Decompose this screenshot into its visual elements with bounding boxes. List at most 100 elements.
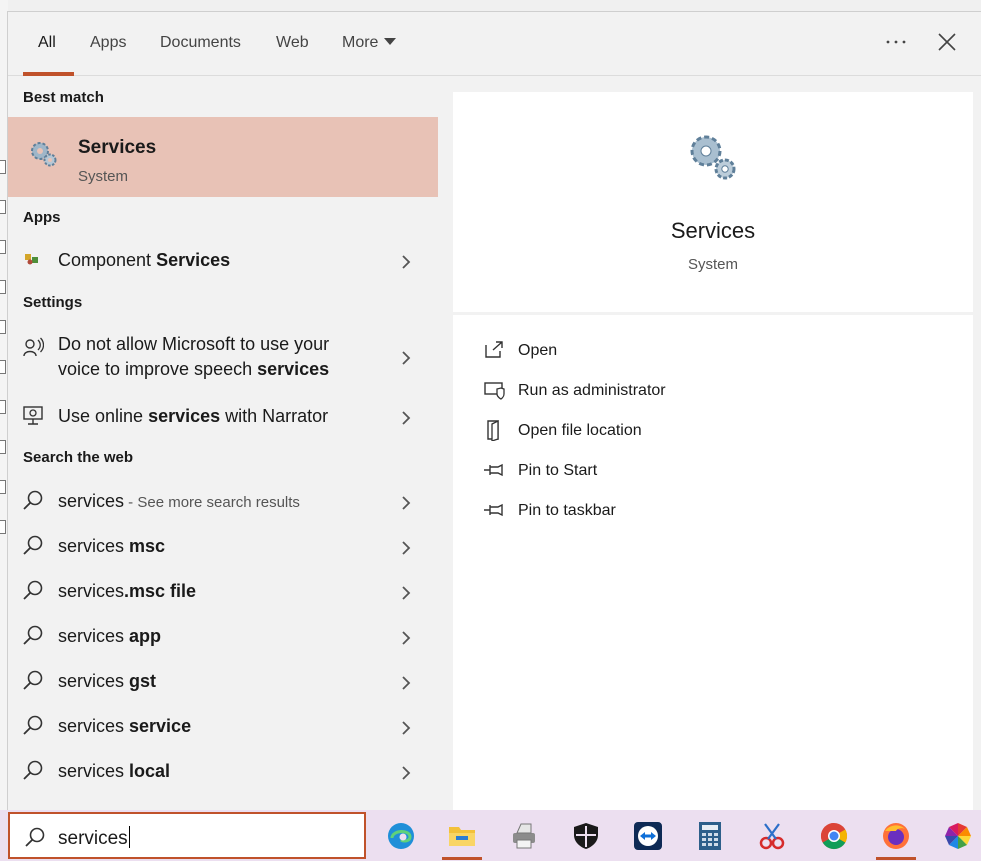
search-input-value: services [58, 826, 130, 850]
search-icon [23, 670, 43, 690]
web-result-label: services local [58, 759, 170, 784]
web-result-label: services msc [58, 534, 165, 559]
action-label: Pin to Start [518, 462, 598, 479]
open-icon [485, 341, 503, 358]
web-prefix: services [58, 626, 130, 646]
web-result-6[interactable]: services local [8, 755, 438, 787]
narrator-suffix: with Narrator [220, 406, 329, 426]
narrator-result-label: Use online services with Narrator [58, 404, 328, 429]
services-gear-icon [690, 135, 736, 180]
edge-icon [388, 823, 414, 849]
background-checkbox [0, 200, 6, 214]
taskbar-edge[interactable] [377, 812, 425, 860]
action-label: Pin to taskbar [518, 502, 616, 519]
tab-all[interactable]: All [38, 34, 56, 74]
search-text: services [58, 828, 128, 849]
background-checkbox [0, 480, 6, 494]
web-result-5[interactable]: services service [8, 710, 438, 742]
web-result-label: services - See more search results [58, 489, 300, 515]
taskbar-chrome[interactable] [810, 812, 858, 860]
chevron-right-icon [402, 411, 411, 425]
taskbar-security[interactable] [562, 812, 610, 860]
services-gear-icon [31, 142, 57, 167]
taskbar-printer[interactable] [500, 812, 548, 860]
action-list: Open Run as administrator Open file loca… [453, 315, 973, 811]
security-icon [574, 823, 598, 849]
taskbar-calculator[interactable] [686, 812, 734, 860]
active-tab-indicator [23, 72, 74, 76]
more-options-button[interactable] [881, 32, 911, 56]
chrome-icon [820, 822, 848, 850]
pin-icon [484, 503, 503, 517]
action-pin-to-taskbar[interactable]: Pin to taskbar [483, 499, 783, 527]
shield-icon [484, 382, 505, 400]
folder-icon [487, 419, 499, 441]
search-icon [23, 580, 43, 600]
chevron-right-icon [402, 586, 411, 600]
app-result-prefix: Component [58, 250, 157, 270]
action-run-as-admin[interactable]: Run as administrator [483, 379, 783, 407]
ellipsis-icon [886, 40, 906, 44]
web-bold: .msc file [124, 581, 197, 601]
web-prefix: services [58, 491, 125, 511]
section-best-match: Best match [23, 89, 104, 106]
web-result-1[interactable]: services msc [8, 530, 438, 562]
action-label: Open file location [518, 422, 642, 439]
action-pin-to-start[interactable]: Pin to Start [483, 459, 783, 487]
printer-icon [513, 823, 535, 849]
background-checkbox [0, 240, 6, 254]
settings-line2-bold: services [257, 359, 330, 379]
taskbar-file-explorer[interactable] [438, 812, 486, 860]
taskbar-photos[interactable] [934, 812, 981, 860]
detail-card: Services System [453, 92, 973, 312]
web-bold: msc [129, 536, 166, 556]
search-icon [23, 715, 43, 735]
web-result-4[interactable]: services gst [8, 665, 438, 697]
tab-apps[interactable]: Apps [90, 34, 126, 74]
web-result-2[interactable]: services.msc file [8, 575, 438, 607]
web-result-label: services gst [58, 669, 156, 694]
settings-result-voice[interactable]: Do not allow Microsoft to use your voice… [8, 330, 438, 386]
web-result-label: services app [58, 624, 161, 649]
speech-icon [23, 337, 44, 357]
detail-title: Services [670, 218, 756, 243]
settings-result-narrator[interactable]: Use online services with Narrator [8, 400, 438, 432]
search-panel: All Apps Documents Web More Best match S… [7, 11, 981, 811]
background-checkbox [0, 320, 6, 334]
search-tabs: All Apps Documents Web More [8, 12, 981, 76]
action-label: Open [518, 342, 558, 359]
best-match-subtitle: System [78, 168, 129, 185]
app-result-component-services[interactable]: Component Services [8, 244, 438, 276]
firefox-icon [883, 823, 909, 849]
taskbar-teamviewer[interactable] [624, 812, 672, 860]
search-icon [23, 625, 43, 645]
search-input[interactable]: services [8, 812, 366, 859]
snipping-icon [759, 823, 785, 850]
taskbar-firefox[interactable] [872, 812, 920, 860]
narrator-bold: services [148, 406, 221, 426]
close-button[interactable] [932, 32, 962, 56]
chevron-right-icon [402, 766, 411, 780]
action-open-file-location[interactable]: Open file location [483, 419, 783, 447]
tab-documents[interactable]: Documents [160, 34, 241, 74]
web-bold: local [129, 761, 171, 781]
web-prefix: services [58, 671, 130, 691]
calculator-icon [699, 822, 721, 850]
settings-line2-prefix: voice to improve speech [58, 359, 258, 379]
running-indicator [876, 857, 916, 860]
best-match-result[interactable]: Services System [8, 117, 438, 197]
tab-web[interactable]: Web [276, 34, 309, 74]
tab-more-label: More [342, 34, 379, 51]
app-result-bold: Services [156, 250, 231, 270]
search-icon [23, 535, 43, 555]
taskbar-snipping[interactable] [748, 812, 796, 860]
web-result-3[interactable]: services app [8, 620, 438, 652]
section-settings: Settings [23, 294, 83, 311]
web-result-0[interactable]: services - See more search results [8, 485, 438, 517]
action-open[interactable]: Open [483, 339, 783, 367]
chevron-right-icon [402, 351, 411, 365]
background-checkbox [0, 280, 6, 294]
tab-more[interactable]: More [342, 34, 397, 74]
detail-subtitle: System [687, 256, 738, 273]
pin-icon [484, 463, 503, 477]
